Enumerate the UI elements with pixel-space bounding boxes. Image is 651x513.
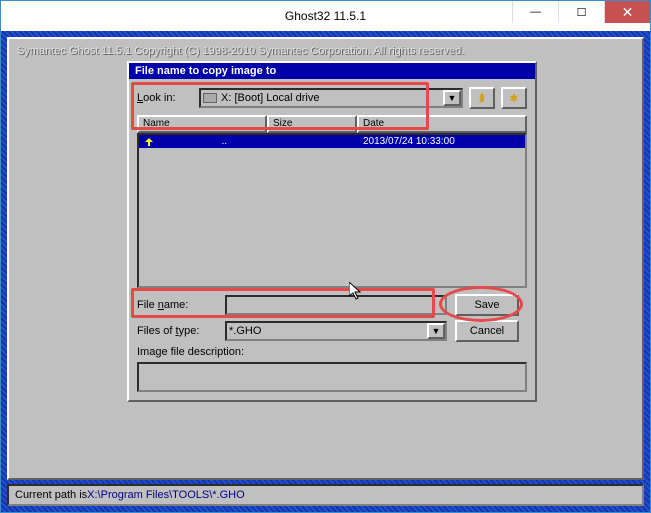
chevron-down-icon[interactable]: ▼ (427, 323, 445, 339)
drive-icon (203, 93, 217, 103)
up-folder-button[interactable]: ⮭ (469, 87, 495, 109)
save-dialog: File name to copy image to Look in: X: [… (127, 61, 537, 402)
description-label: Image file description: (137, 346, 527, 358)
maximize-button[interactable]: ☐ (558, 1, 604, 23)
new-folder-button[interactable]: ✱ (501, 87, 527, 109)
filetype-combo[interactable]: *.GHO▼ (225, 321, 447, 341)
app-window: Ghost32 11.5.1 — ☐ ✕ Symantec Ghost 11.5… (0, 0, 651, 513)
client-area: Symantec Ghost 11.5.1 Copyright (C) 1998… (1, 31, 650, 512)
dialog-title: File name to copy image to (129, 63, 535, 79)
up-arrow-icon (143, 138, 217, 146)
save-button[interactable]: Save (455, 294, 519, 316)
minimize-button[interactable]: — (512, 1, 558, 23)
titlebar: Ghost32 11.5.1 — ☐ ✕ (1, 1, 650, 31)
lookin-combo[interactable]: X: [Boot] Local drive ▼ (199, 88, 463, 108)
cancel-button[interactable]: Cancel (455, 320, 519, 342)
lookin-label: Look in: (137, 92, 193, 104)
col-size[interactable]: Size (267, 115, 357, 133)
status-path: X:\Program Files\TOOLS\*.GHO (87, 489, 245, 501)
col-date[interactable]: Date (357, 115, 527, 133)
file-list-header: Name Size Date (137, 115, 527, 133)
list-item[interactable]: .. 2013/07/24 10:33:00 (139, 135, 525, 148)
file-list[interactable]: .. 2013/07/24 10:33:00 (137, 133, 527, 288)
chevron-down-icon[interactable]: ▼ (443, 90, 461, 106)
filename-label: File name: (137, 299, 217, 311)
ghost-panel: Symantec Ghost 11.5.1 Copyright (C) 1998… (7, 37, 644, 480)
filename-input[interactable] (225, 295, 447, 315)
filetype-label: Files of type: (137, 325, 217, 337)
lookin-value: X: [Boot] Local drive (221, 92, 319, 104)
status-bar: Current path is X:\Program Files\TOOLS\*… (7, 484, 644, 506)
window-controls: — ☐ ✕ (512, 1, 650, 23)
description-box (137, 362, 527, 392)
close-button[interactable]: ✕ (604, 1, 650, 23)
copyright-text: Symantec Ghost 11.5.1 Copyright (C) 1998… (13, 43, 638, 63)
col-name[interactable]: Name (137, 115, 267, 133)
